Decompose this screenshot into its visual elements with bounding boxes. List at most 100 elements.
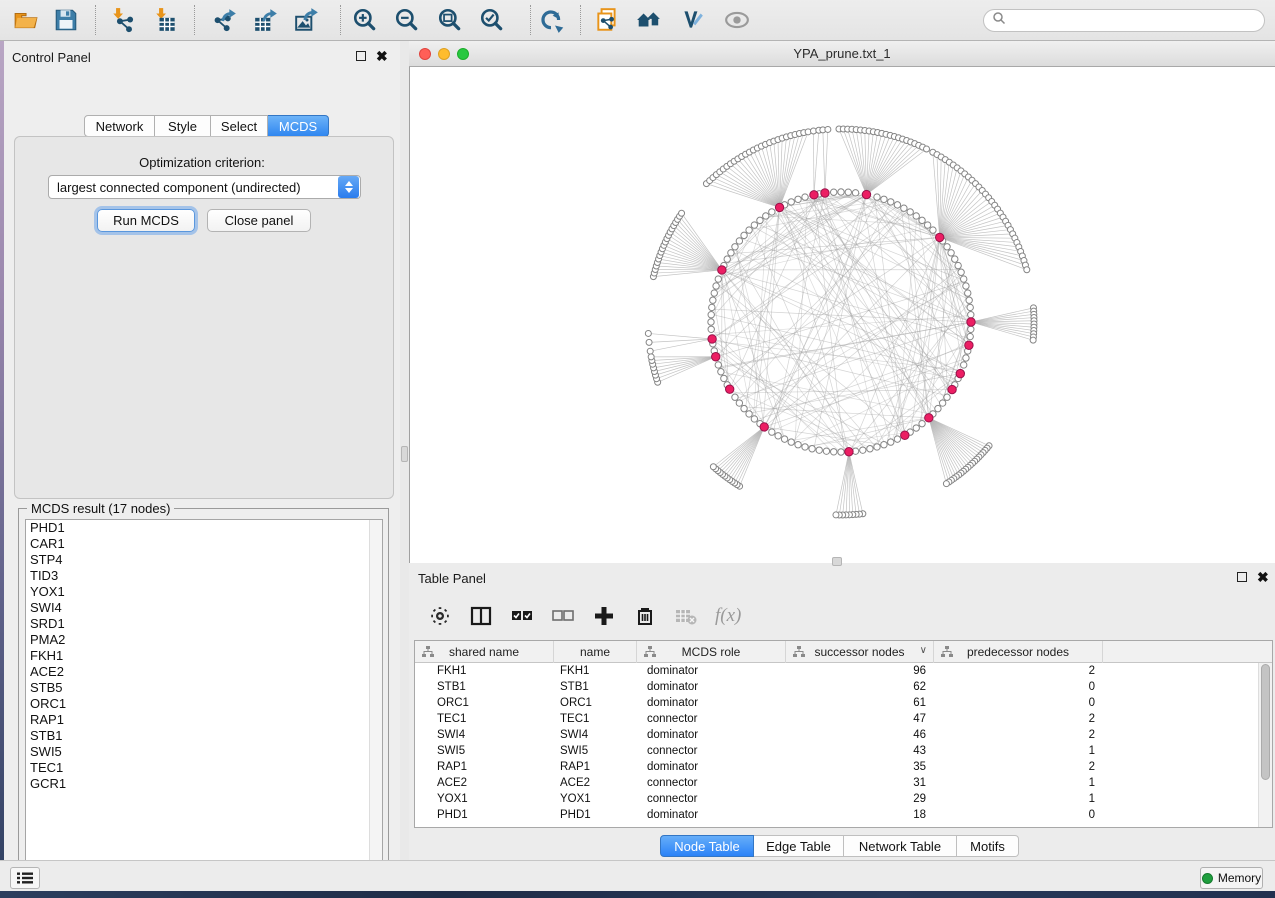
table-row-rap1[interactable]: RAP1RAP1dominator352	[415, 759, 1258, 775]
tab-node-table[interactable]: Node Table	[660, 835, 754, 857]
search-input[interactable]	[983, 9, 1265, 32]
column-header-mcds-role[interactable]: MCDS role	[637, 641, 786, 663]
float-panel-icon[interactable]	[356, 51, 366, 61]
zoom-out-icon[interactable]	[390, 3, 424, 37]
eye-icon[interactable]	[720, 3, 754, 37]
scrollbar-thumb[interactable]	[1261, 664, 1270, 780]
tab-edge-table[interactable]: Edge Table	[754, 835, 844, 857]
zoom-selected-icon[interactable]	[475, 3, 509, 37]
close-panel-icon[interactable]: ✖	[1257, 572, 1269, 582]
table-row-fkh1[interactable]: FKH1FKH1dominator962	[415, 663, 1258, 679]
toolbar-separator	[194, 5, 195, 35]
mcds-node-phd1[interactable]: PHD1	[26, 520, 382, 536]
gear-icon[interactable]	[428, 604, 452, 628]
mcds-node-swi5[interactable]: SWI5	[26, 744, 382, 760]
cell: RAP1	[415, 759, 554, 775]
cell: YOX1	[554, 791, 637, 807]
splitter-handle[interactable]	[401, 446, 408, 462]
run-mcds-button[interactable]: Run MCDS	[97, 209, 195, 232]
column-header-successor-nodes[interactable]: successor nodes∨	[786, 641, 934, 663]
close-panel-button[interactable]: Close panel	[207, 209, 311, 232]
mcds-node-car1[interactable]: CAR1	[26, 536, 382, 552]
toolbar-separator	[580, 5, 581, 35]
mcds-node-fkh1[interactable]: FKH1	[26, 648, 382, 664]
panel-list-button[interactable]	[10, 867, 40, 889]
columns-icon[interactable]	[469, 604, 493, 628]
table-row-orc1[interactable]: ORC1ORC1dominator610	[415, 695, 1258, 711]
export-network-icon[interactable]	[208, 3, 242, 37]
mcds-node-tid3[interactable]: TID3	[26, 568, 382, 584]
table-body: FKH1FKH1dominator962STB1STB1dominator620…	[415, 663, 1258, 827]
column-label: name	[580, 645, 610, 659]
table-row-swi5[interactable]: SWI5SWI5connector431	[415, 743, 1258, 759]
table-row-tec1[interactable]: TEC1TEC1connector472	[415, 711, 1258, 727]
cell: YOX1	[415, 791, 554, 807]
cell: SWI5	[415, 743, 554, 759]
mcds-node-tec1[interactable]: TEC1	[26, 760, 382, 776]
mcds-node-rap1[interactable]: RAP1	[26, 712, 382, 728]
open-file-icon[interactable]	[9, 3, 43, 37]
sort-descending-icon[interactable]: ∨	[920, 645, 927, 656]
save-session-icon[interactable]	[49, 3, 83, 37]
table-row-yox1[interactable]: YOX1YOX1connector291	[415, 791, 1258, 807]
zoom-in-icon[interactable]	[348, 3, 382, 37]
mcds-node-srd1[interactable]: SRD1	[26, 616, 382, 632]
function-builder-icon[interactable]: f(x)	[715, 605, 741, 627]
import-table-icon[interactable]	[149, 3, 183, 37]
column-header-predecessor-nodes[interactable]: predecessor nodes	[934, 641, 1103, 663]
home-icon[interactable]	[632, 3, 666, 37]
column-header-name[interactable]: name	[554, 641, 637, 663]
network-canvas[interactable]	[409, 67, 1275, 563]
cell: connector	[637, 775, 786, 791]
close-panel-icon[interactable]: ✖	[376, 51, 388, 61]
import-network-icon[interactable]	[106, 3, 140, 37]
tab-network[interactable]: Network	[84, 115, 155, 137]
mcds-node-yox1[interactable]: YOX1	[26, 584, 382, 600]
mcds-node-pma2[interactable]: PMA2	[26, 632, 382, 648]
mcds-node-gcr1[interactable]: GCR1	[26, 776, 382, 792]
network-graph[interactable]	[410, 67, 1275, 563]
memory-button[interactable]: Memory	[1200, 867, 1263, 889]
clone-network-icon[interactable]	[590, 3, 624, 37]
criterion-dropdown[interactable]: largest connected component (undirected)	[48, 175, 361, 199]
memory-label: Memory	[1218, 871, 1261, 885]
cell: 61	[786, 695, 934, 711]
tab-network-table[interactable]: Network Table	[844, 835, 957, 857]
splitter-handle[interactable]	[832, 557, 842, 566]
dropdown-stepper-icon	[338, 176, 359, 198]
optimization-criterion-label: Optimization criterion:	[4, 155, 400, 170]
network-window-titlebar[interactable]: YPA_prune.txt_1	[409, 41, 1275, 67]
shared-column-icon	[941, 646, 953, 661]
table-row-phd1[interactable]: PHD1PHD1dominator180	[415, 807, 1258, 823]
mcds-result-list[interactable]: PHD1CAR1STP4TID3YOX1SWI4SRD1PMA2FKH1ACE2…	[25, 519, 383, 875]
table-row-stb1[interactable]: STB1STB1dominator620	[415, 679, 1258, 695]
select-all-icon[interactable]	[510, 604, 534, 628]
tab-motifs[interactable]: Motifs	[957, 835, 1019, 857]
refresh-icon[interactable]	[534, 3, 568, 37]
shared-column-icon	[793, 646, 805, 661]
vizmapper-icon[interactable]	[675, 3, 709, 37]
export-image-icon[interactable]	[290, 3, 324, 37]
float-panel-icon[interactable]	[1237, 572, 1247, 582]
delete-column-icon[interactable]	[633, 604, 657, 628]
mcds-node-ace2[interactable]: ACE2	[26, 664, 382, 680]
table-row-swi4[interactable]: SWI4SWI4dominator462	[415, 727, 1258, 743]
add-column-icon[interactable]	[592, 604, 616, 628]
mcds-node-orc1[interactable]: ORC1	[26, 696, 382, 712]
zoom-fit-icon[interactable]	[433, 3, 467, 37]
export-table-icon[interactable]	[249, 3, 283, 37]
mcds-node-stp4[interactable]: STP4	[26, 552, 382, 568]
column-header-shared-name[interactable]: shared name	[415, 641, 554, 663]
tab-select[interactable]: Select	[211, 115, 268, 137]
tab-mcds[interactable]: MCDS	[268, 115, 329, 137]
mcds-node-stb5[interactable]: STB5	[26, 680, 382, 696]
vertical-splitter[interactable]	[400, 41, 409, 860]
mcds-node-stb1[interactable]: STB1	[26, 728, 382, 744]
mcds-node-swi4[interactable]: SWI4	[26, 600, 382, 616]
list-scrollbar[interactable]	[369, 520, 382, 874]
table-scrollbar[interactable]	[1258, 663, 1272, 827]
tab-style[interactable]: Style	[155, 115, 211, 137]
table-row-ace2[interactable]: ACE2ACE2connector311	[415, 775, 1258, 791]
deselect-all-icon[interactable]	[551, 604, 575, 628]
delete-table-icon[interactable]	[674, 604, 698, 628]
